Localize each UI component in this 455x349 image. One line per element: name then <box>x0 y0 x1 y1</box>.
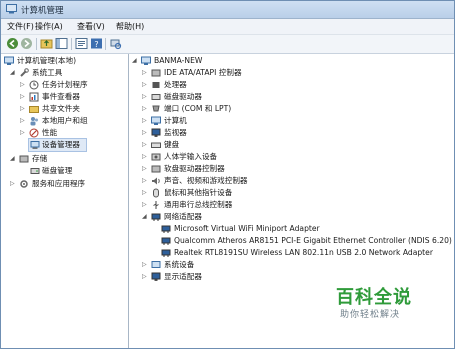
shared-folder-icon <box>29 106 39 113</box>
tree-item-device-manager[interactable]: 设备管理器 <box>28 138 87 152</box>
disk-icon <box>30 168 40 174</box>
toolbar-separator <box>71 38 72 50</box>
expand-arrow-icon[interactable]: ▷ <box>20 106 25 112</box>
monitor-icon <box>151 128 161 137</box>
expand-arrow-icon[interactable]: ▷ <box>142 142 147 148</box>
expand-arrow-icon[interactable]: ▷ <box>20 130 25 136</box>
network-adapter-icon <box>161 225 171 233</box>
collapse-arrow-icon[interactable]: ◢ <box>10 70 15 76</box>
system-devices-icon <box>151 261 161 268</box>
keyboard-icon <box>151 142 161 148</box>
collapse-arrow-icon[interactable]: ◢ <box>142 214 147 220</box>
tree-system-tools[interactable]: ◢ 系统工具 <box>10 67 126 79</box>
toolbar-separator <box>36 38 37 50</box>
users-icon <box>30 117 38 126</box>
expand-arrow-icon[interactable]: ▷ <box>142 82 147 88</box>
disk-drive-icon <box>151 94 161 100</box>
computer-icon <box>141 56 151 65</box>
network-adapter-icon <box>161 249 171 257</box>
event-viewer-icon <box>29 92 39 102</box>
toolbar: ? <box>1 35 454 54</box>
tree-item-disk-management[interactable]: 磁盘管理 <box>29 165 126 177</box>
scan-hardware-icon[interactable] <box>109 37 122 50</box>
expand-arrow-icon[interactable]: ▷ <box>20 94 25 100</box>
expand-arrow-icon[interactable]: ▷ <box>142 70 147 76</box>
services-icon <box>20 180 28 188</box>
up-folder-icon[interactable] <box>40 37 53 50</box>
menu-action[interactable]: 操作(A) <box>35 21 63 32</box>
expand-arrow-icon[interactable]: ▷ <box>142 106 147 112</box>
performance-icon <box>29 128 39 138</box>
menu-view[interactable]: 查看(V) <box>77 21 105 32</box>
show-hide-tree-icon[interactable] <box>55 37 68 50</box>
device-manager-icon <box>30 141 40 149</box>
port-icon <box>152 105 160 112</box>
svg-text:?: ? <box>94 40 98 49</box>
tree-services-applications[interactable]: ▷ 服务和应用程序 <box>10 178 126 190</box>
usb-icon <box>153 201 159 209</box>
tree-storage[interactable]: ◢ 存储 <box>10 153 126 165</box>
watermark-title: 百科全说 <box>336 287 412 308</box>
expand-arrow-icon[interactable]: ▷ <box>142 94 147 100</box>
window-title: 计算机管理 <box>21 6 64 16</box>
watermark-subtitle: 助你轻松解决 <box>340 310 401 320</box>
network-adapter-icon <box>161 237 171 245</box>
collapse-arrow-icon[interactable]: ◢ <box>132 58 137 64</box>
tree-item-performance[interactable]: ▷ 性能 <box>20 127 126 139</box>
expand-arrow-icon[interactable]: ▷ <box>20 82 25 88</box>
expand-arrow-icon[interactable]: ▷ <box>142 154 147 160</box>
tree-item-task-scheduler[interactable]: ▷ 任务计划程序 <box>20 79 126 91</box>
expand-arrow-icon[interactable]: ▷ <box>142 118 147 124</box>
mouse-icon <box>153 188 159 198</box>
clock-icon <box>29 80 39 90</box>
help-icon[interactable]: ? <box>90 37 103 50</box>
tree-root[interactable]: 计算机管理(本地) <box>4 55 126 67</box>
network-adapter-icon <box>151 213 161 221</box>
expand-arrow-icon[interactable]: ▷ <box>142 178 147 184</box>
speaker-icon <box>152 177 160 185</box>
back-arrow-icon[interactable] <box>6 37 19 50</box>
ide-controller-icon <box>151 69 161 77</box>
display-adapter-icon <box>151 272 161 281</box>
hid-icon <box>151 153 161 161</box>
computer-management-icon <box>6 4 17 14</box>
computer-icon <box>151 116 161 125</box>
forward-arrow-icon[interactable] <box>20 37 33 50</box>
properties-icon[interactable] <box>75 37 88 50</box>
expand-arrow-icon[interactable]: ▷ <box>142 274 147 280</box>
system-tools-icon <box>20 68 29 77</box>
navigation-tree: 计算机管理(本地) ◢ 系统工具 ▷ 任务计划程序 ▷ 事件查看器 ▷ 共享文件… <box>1 54 129 348</box>
expand-arrow-icon[interactable]: ▷ <box>142 262 147 268</box>
expand-arrow-icon[interactable]: ▷ <box>142 190 147 196</box>
collapse-arrow-icon[interactable]: ◢ <box>10 156 15 162</box>
tree-item-shared-folders[interactable]: ▷ 共享文件夹 <box>20 103 126 115</box>
processor-icon <box>152 82 160 88</box>
tree-item-event-viewer[interactable]: ▷ 事件查看器 <box>20 91 126 103</box>
menu-help[interactable]: 帮助(H) <box>116 21 144 32</box>
menu-file[interactable]: 文件(F) <box>7 21 34 32</box>
computer-management-icon <box>4 56 14 65</box>
title-bar[interactable]: 计算机管理 <box>1 1 454 19</box>
toolbar-separator <box>105 38 106 50</box>
computer-management-window: 计算机管理 文件(F) 操作(A) 查看(V) 帮助(H) ? 计算机管理(本地… <box>0 0 455 349</box>
storage-icon <box>19 155 29 163</box>
floppy-controller-icon <box>151 165 161 173</box>
expand-arrow-icon[interactable]: ▷ <box>142 130 147 136</box>
tree-item-local-users-groups[interactable]: ▷ 本地用户和组 <box>20 115 126 127</box>
expand-arrow-icon[interactable]: ▷ <box>142 202 147 208</box>
expand-arrow-icon[interactable]: ▷ <box>10 181 15 187</box>
menu-bar: 文件(F) 操作(A) 查看(V) 帮助(H) <box>1 19 454 35</box>
expand-arrow-icon[interactable]: ▷ <box>20 118 25 124</box>
expand-arrow-icon[interactable]: ▷ <box>142 166 147 172</box>
